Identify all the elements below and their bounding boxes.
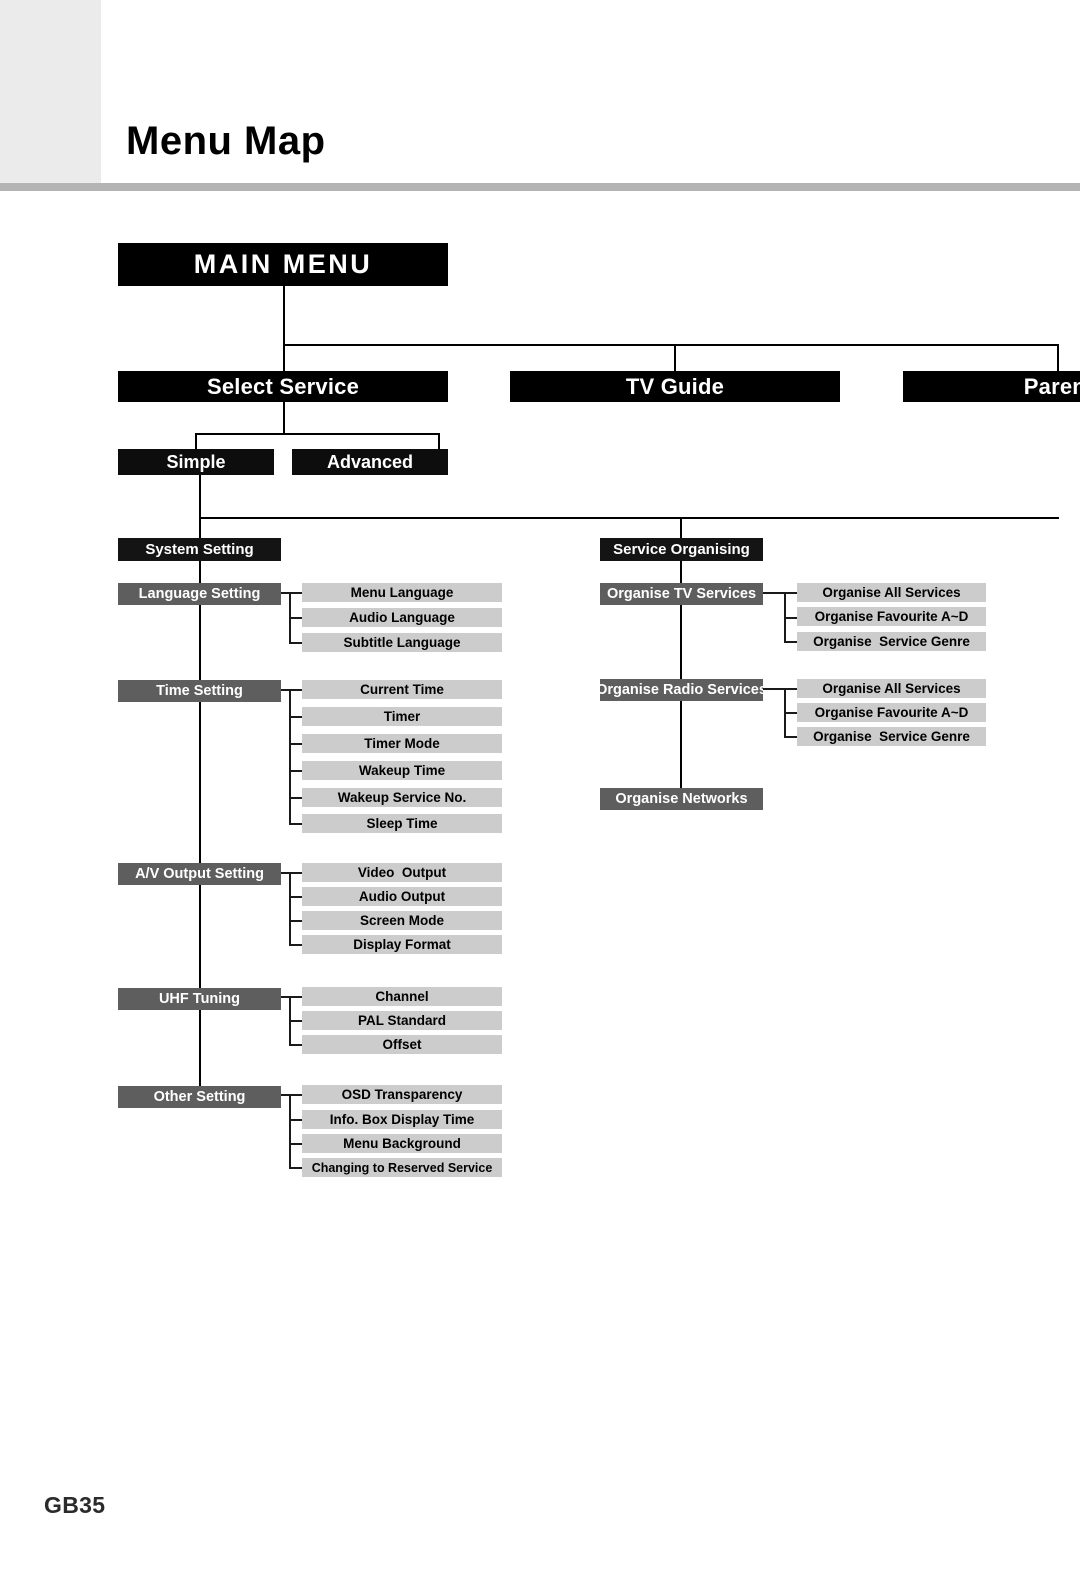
node-screen-mode[interactable]: Screen Mode: [302, 911, 502, 930]
node-wakeup-time[interactable]: Wakeup Time: [302, 761, 502, 780]
connector-root-drop: [283, 286, 285, 345]
connector-time-setting-spine: [289, 689, 291, 823]
node-parental[interactable]: Parental: [903, 371, 1080, 402]
connector-radio-stub-1: [784, 712, 797, 714]
node-radio-organise-service-genre[interactable]: Organise Service Genre: [797, 727, 986, 746]
node-osd-transparency[interactable]: OSD Transparency: [302, 1085, 502, 1104]
corner-decoration-block: [0, 0, 101, 183]
node-timer-mode[interactable]: Timer Mode: [302, 734, 502, 753]
connector-time-stub-3: [289, 770, 302, 772]
node-wakeup-service-no[interactable]: Wakeup Service No.: [302, 788, 502, 807]
connector-sections-feed: [199, 475, 201, 518]
node-tv-guide[interactable]: TV Guide: [510, 371, 840, 402]
connector-time-stub-0: [281, 689, 302, 691]
node-display-format[interactable]: Display Format: [302, 935, 502, 954]
connector-tv-stub-0: [763, 592, 797, 594]
node-radio-organise-all-services[interactable]: Organise All Services: [797, 679, 986, 698]
node-advanced[interactable]: Advanced: [292, 449, 448, 475]
connector-drop-parental: [1057, 344, 1059, 372]
connector-drop-simple: [195, 433, 197, 449]
connector-select-service-drop: [283, 402, 285, 434]
node-system-setting[interactable]: System Setting: [118, 538, 281, 561]
connector-av-stub-1: [289, 896, 302, 898]
node-organise-radio-services[interactable]: Organise Radio Services: [600, 679, 763, 701]
node-other-setting[interactable]: Other Setting: [118, 1086, 281, 1108]
connector-time-stub-4: [289, 797, 302, 799]
connector-uhf-stub-1: [289, 1020, 302, 1022]
page-title: Menu Map: [126, 119, 326, 163]
page-number: GB35: [44, 1492, 106, 1518]
node-current-time[interactable]: Current Time: [302, 680, 502, 699]
menu-map-page: Menu Map MAIN MENU Select Service TV Gui…: [0, 0, 1080, 1587]
node-tv-organise-all-services[interactable]: Organise All Services: [797, 583, 986, 602]
connector-language-stub-2: [289, 642, 302, 644]
connector-drop-service-organising: [680, 517, 682, 538]
node-menu-language[interactable]: Menu Language: [302, 583, 502, 602]
node-time-setting[interactable]: Time Setting: [118, 680, 281, 702]
node-subtitle-language[interactable]: Subtitle Language: [302, 633, 502, 652]
connector-drop-system-setting: [199, 517, 201, 538]
connector-other-stub-0: [281, 1094, 302, 1096]
node-sleep-time[interactable]: Sleep Time: [302, 814, 502, 833]
connector-av-stub-3: [289, 944, 302, 946]
connector-radio-stub-2: [784, 736, 797, 738]
node-language-setting[interactable]: Language Setting: [118, 583, 281, 605]
node-radio-organise-favourite[interactable]: Organise Favourite A~D: [797, 703, 986, 722]
node-changing-to-reserved-service[interactable]: Changing to Reserved Service: [302, 1158, 502, 1177]
node-select-service[interactable]: Select Service: [118, 371, 448, 402]
connector-radio-stub-0: [763, 688, 797, 690]
node-service-organising[interactable]: Service Organising: [600, 538, 763, 561]
node-uhf-tuning[interactable]: UHF Tuning: [118, 988, 281, 1010]
connector-sections-bus: [199, 517, 1059, 519]
connector-uhf-stub-0: [281, 996, 302, 998]
connector-drop-select-service: [283, 344, 285, 372]
node-offset[interactable]: Offset: [302, 1035, 502, 1054]
connector-other-stub-3: [289, 1167, 302, 1169]
node-info-box-display-time[interactable]: Info. Box Display Time: [302, 1110, 502, 1129]
connector-time-stub-2: [289, 743, 302, 745]
node-tv-organise-service-genre[interactable]: Organise Service Genre: [797, 632, 986, 651]
node-av-output-setting[interactable]: A/V Output Setting: [118, 863, 281, 885]
connector-other-stub-2: [289, 1143, 302, 1145]
connector-tv-stub-1: [784, 617, 797, 619]
connector-av-stub-2: [289, 920, 302, 922]
connector-tv-stub-2: [784, 641, 797, 643]
connector-av-stub-0: [281, 872, 302, 874]
node-main-menu[interactable]: MAIN MENU: [118, 243, 448, 286]
connector-drop-advanced: [438, 433, 440, 449]
connector-language-stub-0: [281, 592, 302, 594]
connector-level1-bus: [283, 344, 1059, 346]
connector-av-output-spine: [289, 872, 291, 944]
connector-other-spine: [289, 1094, 291, 1168]
node-audio-language[interactable]: Audio Language: [302, 608, 502, 627]
connector-time-stub-1: [289, 716, 302, 718]
connector-select-service-bus: [195, 433, 440, 435]
node-channel[interactable]: Channel: [302, 987, 502, 1006]
node-video-output[interactable]: Video Output: [302, 863, 502, 882]
node-pal-standard[interactable]: PAL Standard: [302, 1011, 502, 1030]
node-tv-organise-favourite[interactable]: Organise Favourite A~D: [797, 607, 986, 626]
node-audio-output[interactable]: Audio Output: [302, 887, 502, 906]
node-organise-networks[interactable]: Organise Networks: [600, 788, 763, 810]
node-organise-tv-services[interactable]: Organise TV Services: [600, 583, 763, 605]
node-simple[interactable]: Simple: [118, 449, 274, 475]
connector-time-stub-5: [289, 823, 302, 825]
connector-drop-tv-guide: [674, 344, 676, 372]
connector-system-setting-spine: [199, 561, 201, 1096]
connector-uhf-stub-2: [289, 1044, 302, 1046]
header-divider-rule: [0, 183, 1080, 191]
node-menu-background[interactable]: Menu Background: [302, 1134, 502, 1153]
connector-language-stub-1: [289, 617, 302, 619]
node-timer[interactable]: Timer: [302, 707, 502, 726]
connector-other-stub-1: [289, 1119, 302, 1121]
